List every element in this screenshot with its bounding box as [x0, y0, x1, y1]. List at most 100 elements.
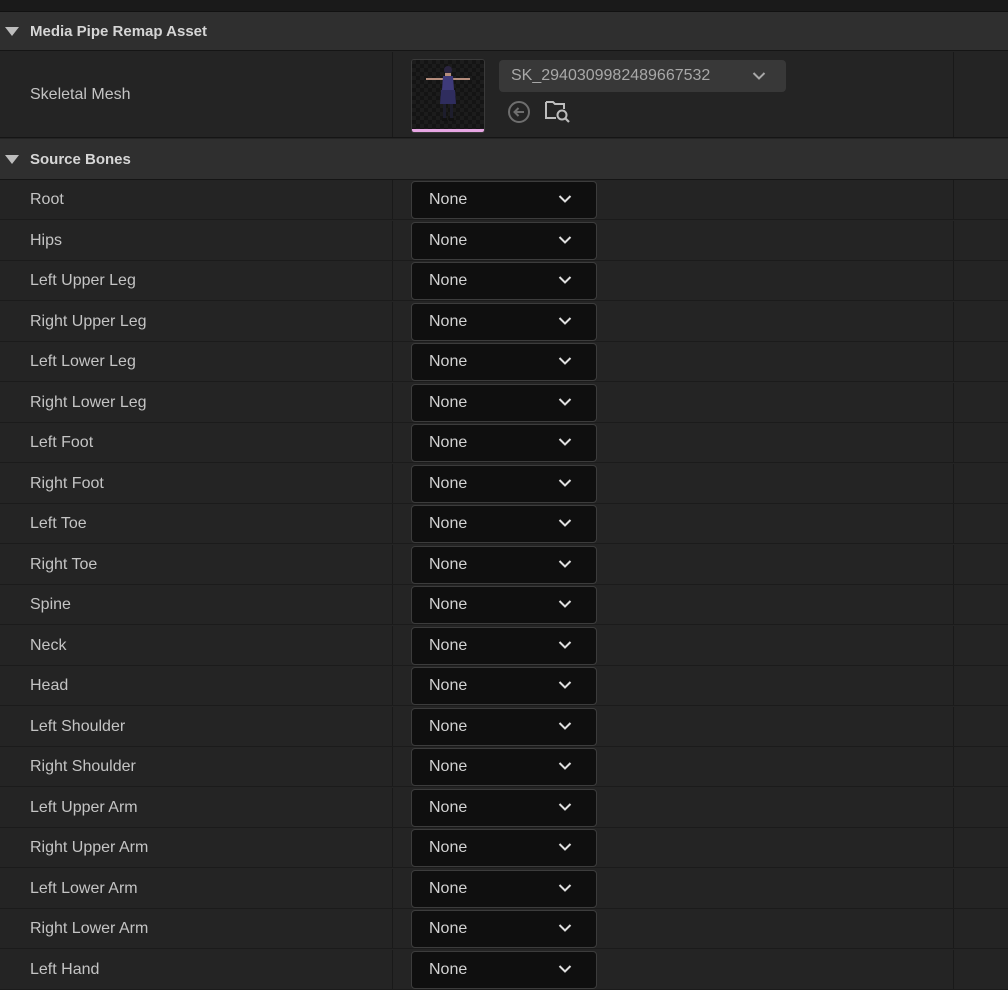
row-divider [0, 300, 1008, 301]
bone-dropdown[interactable]: None [411, 465, 597, 503]
bone-dropdown[interactable]: None [411, 546, 597, 584]
bone-label: Neck [30, 637, 67, 654]
collapse-triangle-icon[interactable] [5, 26, 19, 36]
bone-label: Right Toe [30, 556, 98, 573]
bone-dropdown[interactable]: None [411, 829, 597, 867]
column-divider [392, 828, 393, 868]
use-selected-asset-icon[interactable] [507, 100, 531, 124]
bone-label: Left Upper Arm [30, 799, 138, 816]
bone-dropdown[interactable]: None [411, 505, 597, 543]
column-divider [392, 383, 393, 423]
column-divider [392, 545, 393, 585]
column-divider [392, 302, 393, 342]
chevron-down-icon [558, 965, 572, 973]
mesh-thumbnail[interactable] [411, 59, 485, 133]
bone-row: Head None [0, 666, 1008, 706]
column-divider [953, 342, 954, 382]
column-divider [392, 52, 393, 137]
bone-row: Right Lower Arm None [0, 909, 1008, 949]
bone-dropdown-value: None [429, 515, 468, 532]
bone-row: Right Lower Leg None [0, 383, 1008, 423]
bone-row: Left Toe None [0, 504, 1008, 544]
bone-label: Right Shoulder [30, 758, 136, 775]
skeletal-mesh-row: Skeletal Mesh SK_2940309982489667532 [0, 52, 1008, 138]
column-divider [392, 261, 393, 301]
chevron-down-icon [558, 357, 572, 365]
column-divider [392, 585, 393, 625]
bone-row: Left Upper Arm None [0, 788, 1008, 828]
bone-row: Right Upper Arm None [0, 828, 1008, 868]
row-divider [0, 543, 1008, 544]
row-divider [0, 624, 1008, 625]
column-divider [953, 383, 954, 423]
chevron-down-icon [558, 924, 572, 932]
source-bones-title: Source Bones [30, 150, 131, 168]
bone-dropdown[interactable]: None [411, 870, 597, 908]
bone-row: Left Upper Leg None [0, 261, 1008, 301]
bone-dropdown[interactable]: None [411, 343, 597, 381]
bone-label: Right Upper Arm [30, 839, 149, 856]
bone-row: Left Lower Arm None [0, 869, 1008, 909]
column-divider [953, 464, 954, 504]
chevron-down-icon [558, 519, 572, 527]
bone-dropdown[interactable]: None [411, 667, 597, 705]
bone-dropdown[interactable]: None [411, 303, 597, 341]
bone-dropdown-value: None [429, 839, 468, 856]
asset-type-color-bar [412, 129, 484, 132]
bone-dropdown[interactable]: None [411, 262, 597, 300]
row-divider [0, 219, 1008, 220]
bone-dropdown[interactable]: None [411, 627, 597, 665]
bone-dropdown[interactable]: None [411, 384, 597, 422]
column-divider [953, 626, 954, 666]
bone-label: Root [30, 191, 64, 208]
bone-dropdown[interactable]: None [411, 181, 597, 219]
bone-dropdown[interactable]: None [411, 748, 597, 786]
bone-label: Right Lower Leg [30, 394, 147, 411]
column-divider [392, 504, 393, 544]
bone-label: Hips [30, 232, 63, 249]
bone-dropdown[interactable]: None [411, 708, 597, 746]
column-divider [953, 52, 954, 137]
bone-row: Left Shoulder None [0, 707, 1008, 747]
bone-dropdown-value: None [429, 475, 468, 492]
remap-section-title: Media Pipe Remap Asset [30, 22, 208, 40]
bone-dropdown[interactable]: None [411, 951, 597, 989]
bone-label: Spine [30, 596, 71, 613]
source-bones-header[interactable]: Source Bones [0, 139, 1008, 180]
remap-section-header[interactable]: Media Pipe Remap Asset [0, 12, 1008, 51]
column-divider [392, 747, 393, 787]
column-divider [392, 666, 393, 706]
chevron-down-icon [558, 479, 572, 487]
bone-dropdown-value: None [429, 313, 468, 330]
bone-dropdown[interactable]: None [411, 424, 597, 462]
bone-dropdown[interactable]: None [411, 789, 597, 827]
skeletal-mesh-picker[interactable]: SK_2940309982489667532 [499, 60, 786, 92]
column-divider [392, 423, 393, 463]
bone-dropdown[interactable]: None [411, 910, 597, 948]
bone-dropdown-value: None [429, 596, 468, 613]
row-divider [0, 462, 1008, 463]
bone-row: Left Hand None [0, 950, 1008, 990]
chevron-down-icon [558, 884, 572, 892]
character-preview-icon [412, 60, 484, 130]
bone-row: Root None [0, 180, 1008, 220]
column-divider [953, 747, 954, 787]
bone-dropdown-value: None [429, 880, 468, 897]
column-divider [953, 666, 954, 706]
panel-top-strip [0, 0, 1008, 12]
bone-dropdown[interactable]: None [411, 222, 597, 260]
column-divider [953, 261, 954, 301]
chevron-down-icon [558, 438, 572, 446]
browse-to-asset-icon[interactable] [544, 98, 572, 124]
chevron-down-icon [558, 236, 572, 244]
collapse-triangle-icon[interactable] [5, 154, 19, 164]
bone-row: Left Lower Leg None [0, 342, 1008, 382]
bone-dropdown-value: None [429, 353, 468, 370]
bone-row: Hips None [0, 221, 1008, 261]
column-divider [953, 950, 954, 990]
chevron-down-icon [558, 600, 572, 608]
bone-dropdown[interactable]: None [411, 586, 597, 624]
column-divider [953, 504, 954, 544]
chevron-down-icon [558, 843, 572, 851]
chevron-down-icon [558, 803, 572, 811]
